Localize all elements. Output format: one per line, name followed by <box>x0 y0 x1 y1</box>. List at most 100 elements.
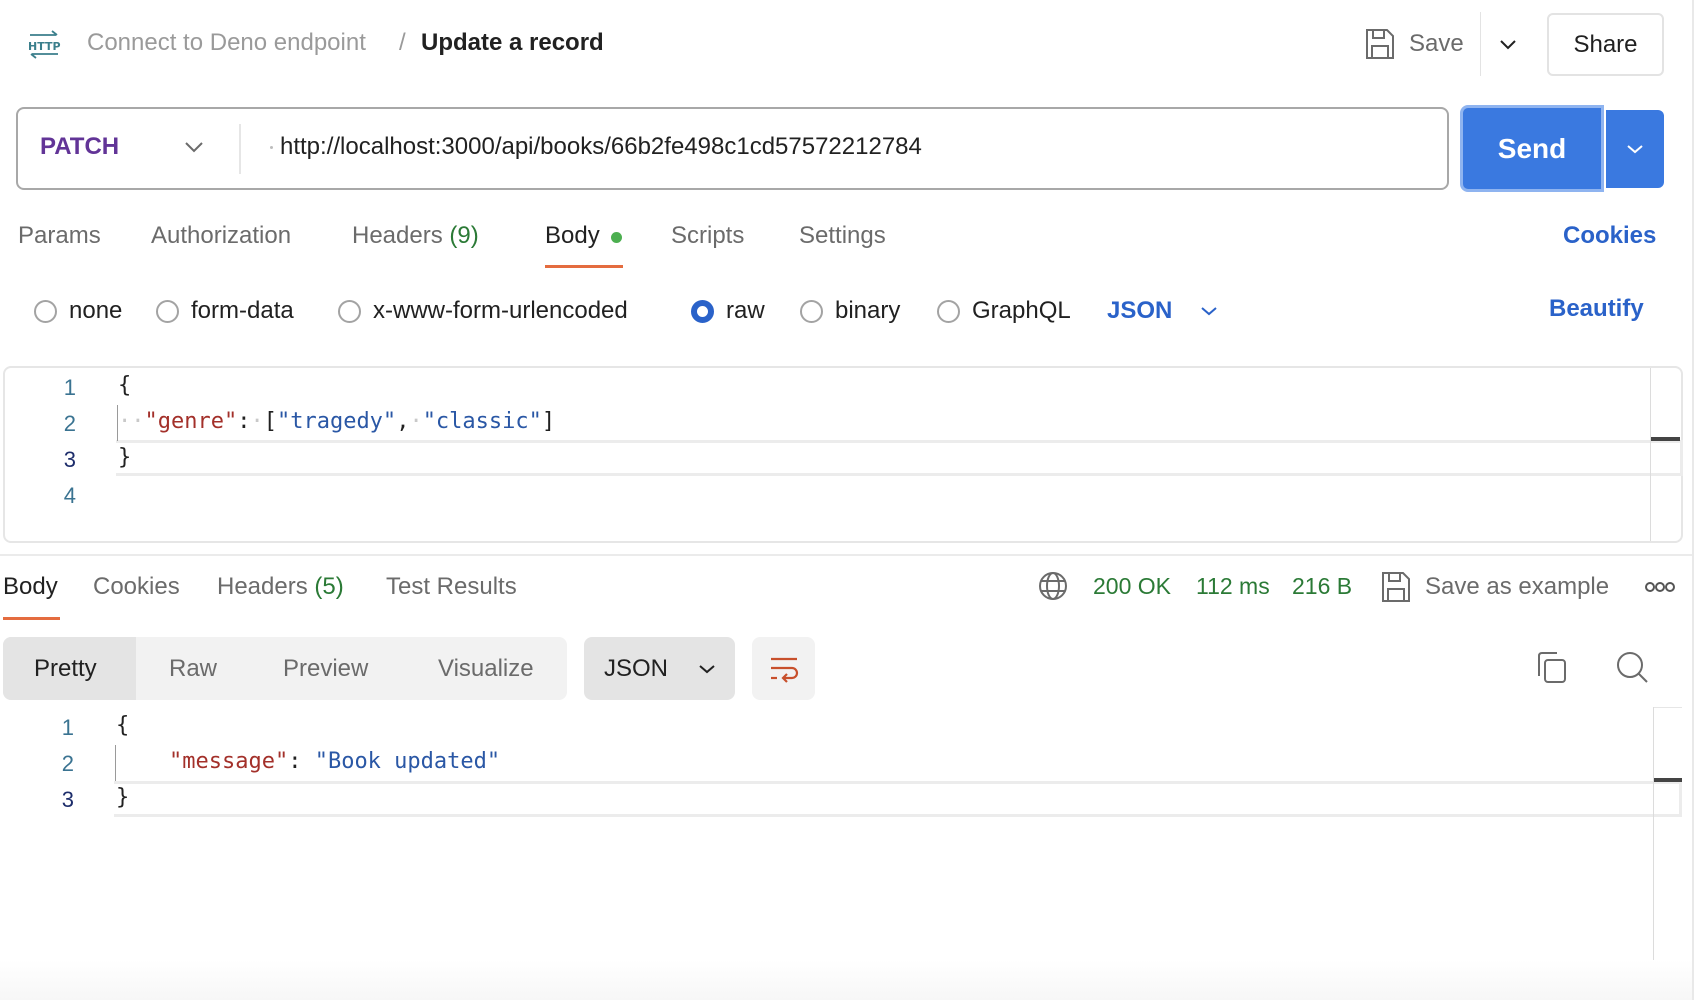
response-size[interactable]: 216 B <box>1292 573 1352 600</box>
save-button[interactable]: Save <box>1365 22 1464 66</box>
radio-circle <box>34 299 57 323</box>
radio-label: form-data <box>191 297 294 324</box>
radio-none[interactable]: none <box>34 296 122 326</box>
save-options-button[interactable] <box>1494 28 1522 60</box>
chevron-down-icon[interactable] <box>180 134 208 162</box>
save-as-example-button[interactable]: Save as example <box>1381 569 1609 605</box>
response-tab-headers[interactable]: Headers (5) <box>217 573 344 601</box>
headers-count: (5) <box>314 573 344 600</box>
radio-form-data[interactable]: form-data <box>156 296 294 326</box>
code-line[interactable]: "message": "Book updated" <box>116 749 500 774</box>
json-punctuation: } <box>118 445 132 470</box>
window-edge <box>1692 0 1694 1000</box>
radio-graphql[interactable]: GraphQL <box>937 296 1071 326</box>
tab-settings[interactable]: Settings <box>799 222 886 250</box>
view-raw[interactable]: Raw <box>136 637 248 700</box>
send-button[interactable]: Send <box>1460 105 1604 192</box>
wrap-lines-button[interactable] <box>752 637 815 700</box>
request-title[interactable]: Update a record <box>421 29 604 57</box>
radio-raw[interactable]: raw <box>691 296 765 326</box>
share-button[interactable]: Share <box>1547 13 1664 76</box>
json-string: "classic" <box>422 409 542 434</box>
response-scrollbar[interactable] <box>1653 707 1654 990</box>
json-punctuation: [ <box>263 409 277 434</box>
response-status[interactable]: 200 OK <box>1093 573 1171 600</box>
tab-label: Settings <box>799 222 886 249</box>
tab-label: Authorization <box>151 222 292 249</box>
code-line[interactable]: ··"genre":·["tragedy",·"classic"] <box>118 409 555 434</box>
view-pretty[interactable]: Pretty <box>3 637 136 700</box>
tab-scripts[interactable]: Scripts <box>671 222 744 250</box>
wrap-lines-icon <box>770 657 798 683</box>
view-visualize[interactable]: Visualize <box>403 637 567 700</box>
view-preview[interactable]: Preview <box>248 637 403 700</box>
breadcrumb-separator: / <box>399 29 406 56</box>
url-input[interactable] <box>280 130 1430 164</box>
json-punctuation: ] <box>541 409 556 434</box>
response-tab-body[interactable]: Body <box>3 573 58 601</box>
save-label: Save <box>1409 30 1464 57</box>
radio-circle-checked <box>691 299 714 323</box>
method-select[interactable]: PATCH <box>40 133 119 161</box>
response-tab-test-results[interactable]: Test Results <box>386 573 517 601</box>
language-label: JSON <box>1107 297 1173 324</box>
line-number: 3 <box>63 447 76 472</box>
cookies-link[interactable]: Cookies <box>1563 222 1656 250</box>
line-number: 2 <box>63 411 76 436</box>
tab-label: Body <box>3 573 58 600</box>
whitespace-dot <box>270 146 273 149</box>
line-number: 4 <box>63 483 76 508</box>
scrollbar-track-top <box>1653 707 1682 708</box>
save-icon <box>1382 572 1410 602</box>
line-number: 3 <box>61 787 74 812</box>
editor-scrollbar[interactable] <box>1650 368 1651 541</box>
copy-icon[interactable] <box>1535 650 1569 686</box>
response-format-select[interactable]: JSON <box>584 637 735 700</box>
code-line[interactable]: } <box>118 445 131 470</box>
whitespace-marker: ·· <box>118 409 145 434</box>
save-icon <box>1366 29 1394 59</box>
json-punctuation: } <box>116 785 130 810</box>
chevron-down-icon <box>1627 145 1643 154</box>
active-line-highlight <box>114 781 1682 817</box>
code-line[interactable]: { <box>118 373 131 398</box>
json-string: "tragedy" <box>276 409 397 434</box>
search-icon[interactable] <box>1614 650 1650 686</box>
radio-circle <box>800 299 823 323</box>
tab-params[interactable]: Params <box>18 222 101 250</box>
response-time[interactable]: 112 ms <box>1196 573 1270 600</box>
response-view-selector: Pretty Raw Preview Visualize <box>3 637 567 700</box>
line-number: 2 <box>61 751 74 776</box>
json-punctuation: : <box>288 749 315 774</box>
whitespace-marker: · <box>250 409 264 434</box>
radio-label: x-www-form-urlencoded <box>373 297 628 324</box>
code-line[interactable]: } <box>116 785 129 810</box>
code-line[interactable]: { <box>116 713 129 738</box>
globe-icon[interactable] <box>1038 571 1068 601</box>
tab-label: Params <box>18 222 101 249</box>
tab-authorization[interactable]: Authorization <box>151 222 291 250</box>
headers-count: (9) <box>449 222 479 249</box>
scrollbar-cursor-marker <box>1651 437 1680 441</box>
tab-label: Test Results <box>386 573 517 600</box>
line-number: 1 <box>61 715 74 740</box>
tab-label: Scripts <box>671 222 745 249</box>
radio-circle <box>937 299 960 323</box>
json-punctuation: { <box>116 713 130 738</box>
radio-circle <box>156 299 179 323</box>
tab-body[interactable]: Body <box>545 222 600 250</box>
tab-headers[interactable]: Headers (9) <box>352 222 479 250</box>
radio-label: raw <box>726 297 765 324</box>
radio-x-www-form-urlencoded[interactable]: x-www-form-urlencoded <box>338 296 628 326</box>
radio-binary[interactable]: binary <box>800 296 900 326</box>
format-label: JSON <box>604 654 669 682</box>
more-options-icon[interactable] <box>1644 577 1676 597</box>
radio-label: binary <box>835 297 901 324</box>
breadcrumb-collection[interactable]: Connect to Deno endpoint <box>87 29 366 57</box>
send-options-button[interactable] <box>1606 110 1664 188</box>
chevron-down-icon <box>1500 40 1516 50</box>
beautify-link[interactable]: Beautify <box>1549 295 1644 323</box>
raw-language-select[interactable]: JSON <box>1107 294 1218 328</box>
pane-divider[interactable] <box>0 554 1692 556</box>
response-tab-cookies[interactable]: Cookies <box>93 573 180 601</box>
